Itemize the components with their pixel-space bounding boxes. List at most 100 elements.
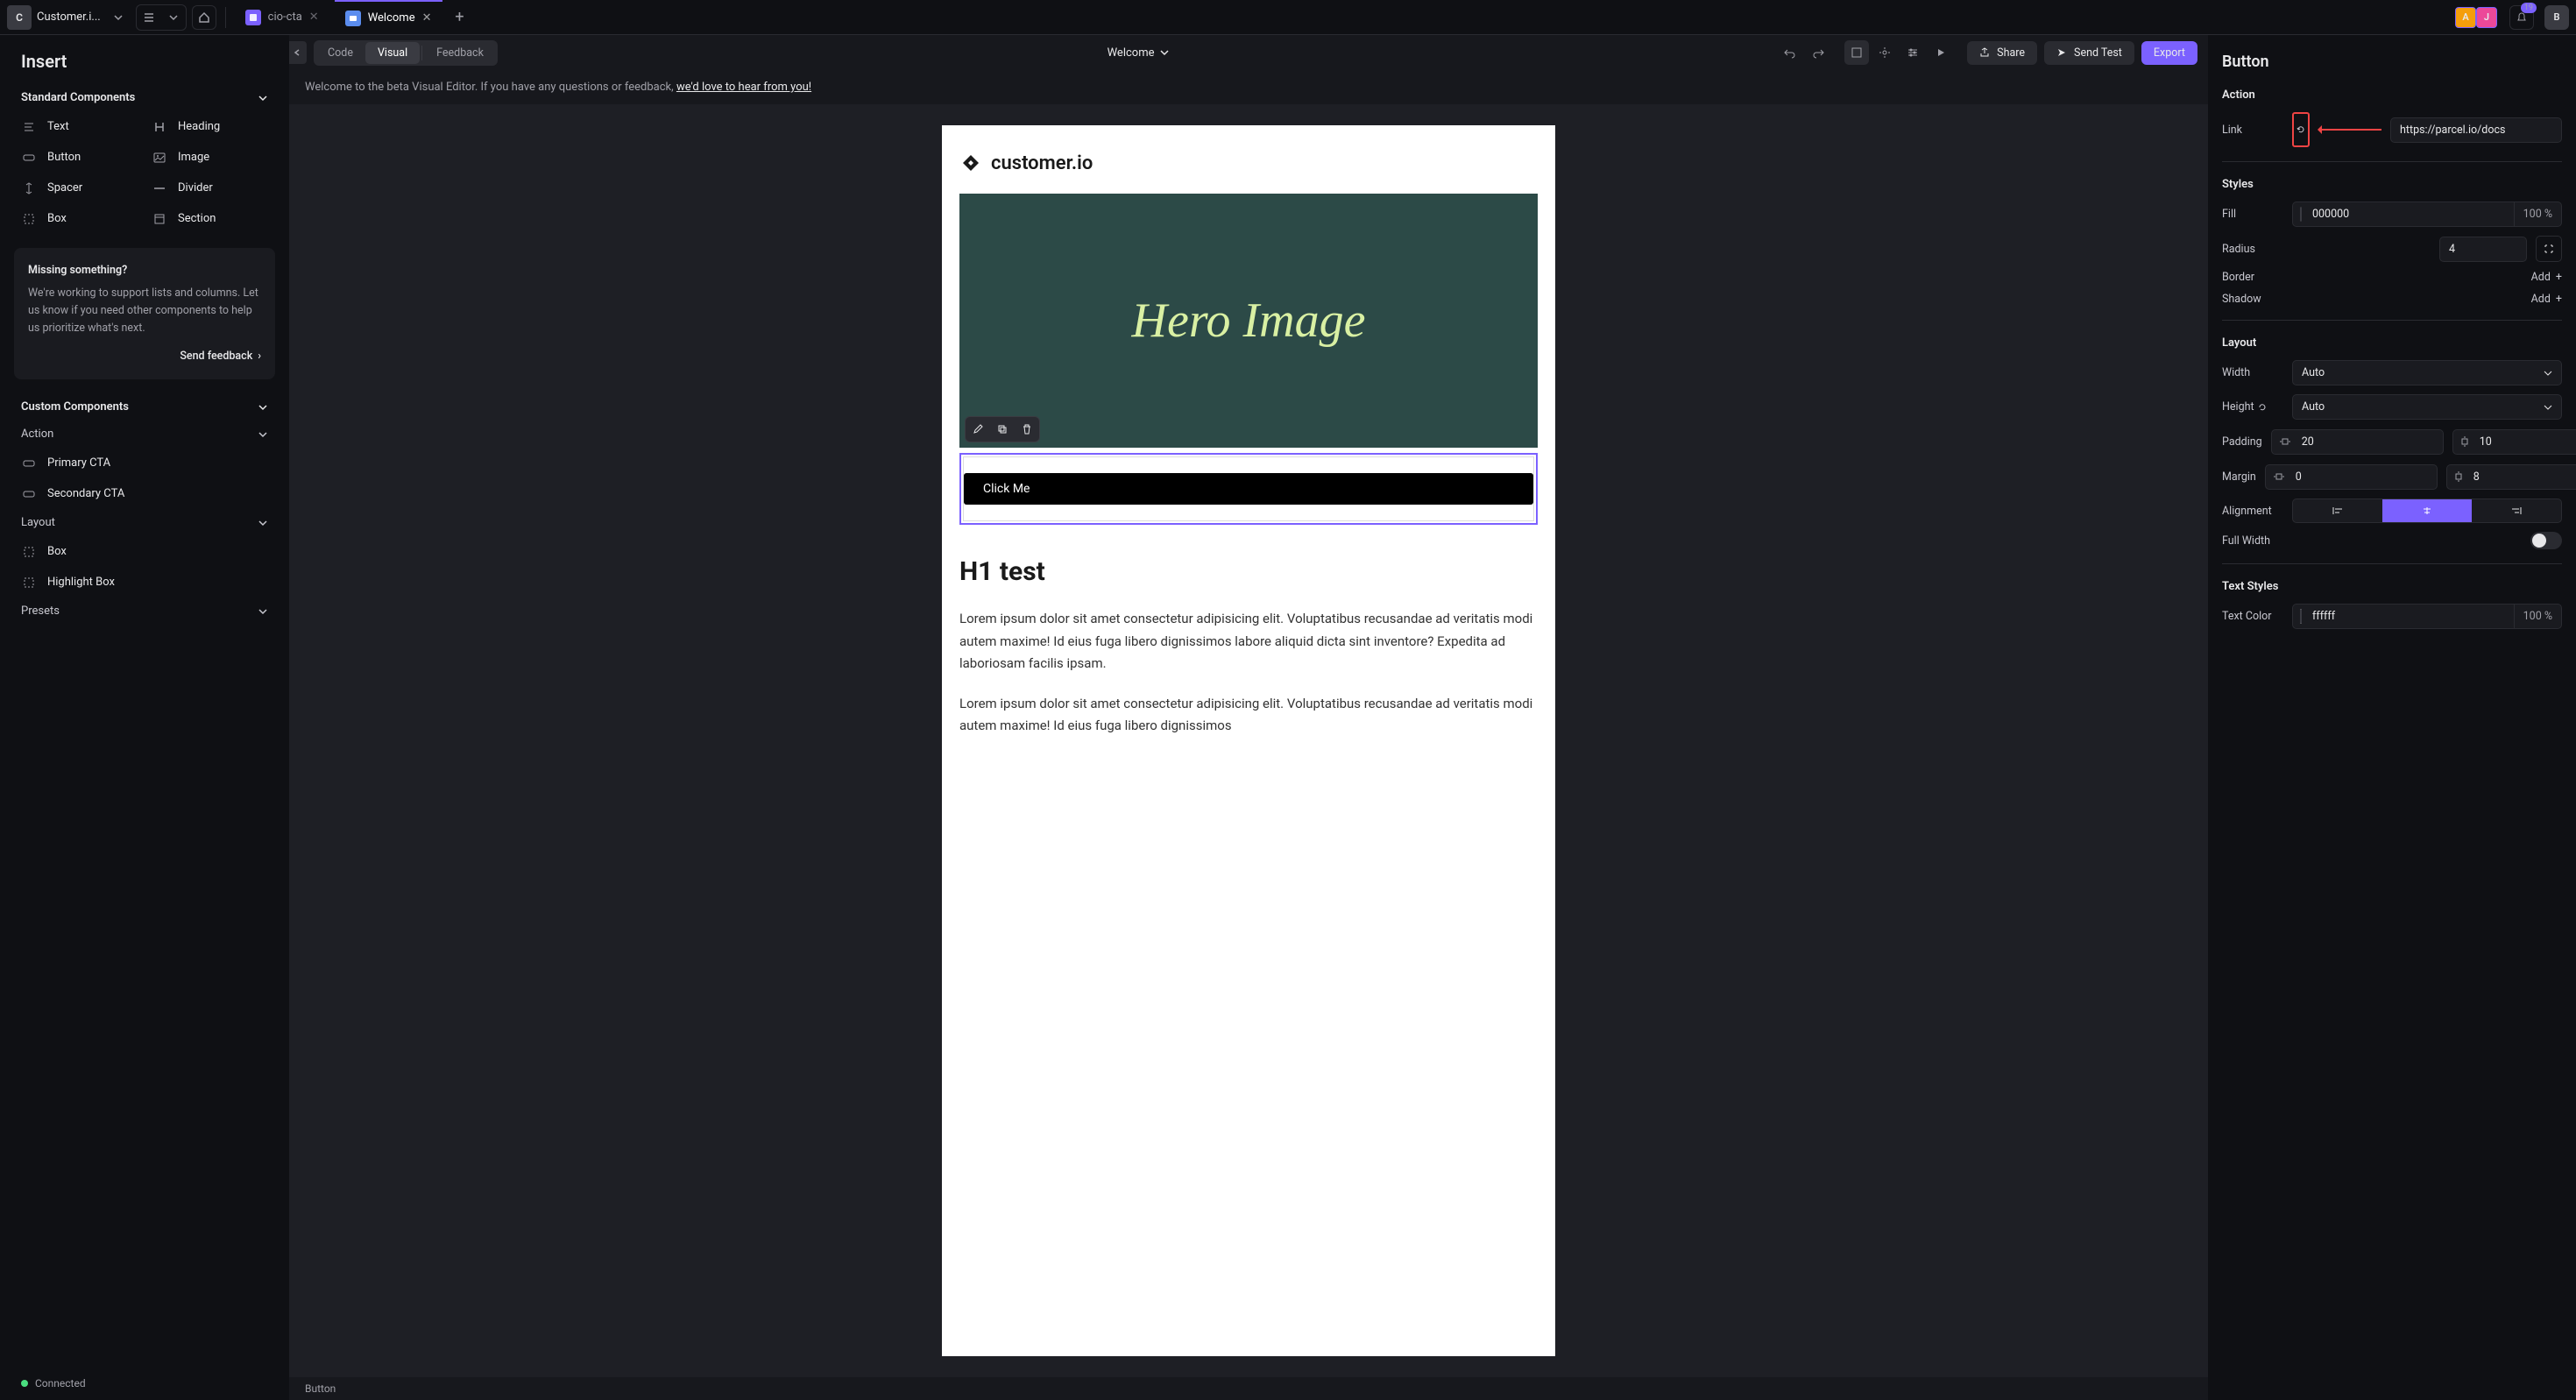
email-icon xyxy=(345,11,361,26)
action-group-header[interactable]: Action xyxy=(0,421,289,448)
align-center[interactable] xyxy=(2382,499,2472,522)
gradient-icon[interactable] xyxy=(1844,40,1869,65)
breadcrumb: Button xyxy=(289,1377,2208,1400)
hero-image[interactable]: Hero Image xyxy=(959,194,1538,448)
component-label: Image xyxy=(178,151,209,164)
notifications-icon[interactable]: 19 xyxy=(2509,5,2534,30)
workspace-chevron-icon[interactable] xyxy=(106,5,131,30)
expand-radius-icon[interactable] xyxy=(2536,236,2562,262)
cc-box[interactable]: Box xyxy=(14,536,275,567)
tab-visual[interactable]: Visual xyxy=(365,42,420,64)
canvas-paragraph[interactable]: Lorem ipsum dolor sit amet consectetur a… xyxy=(959,608,1538,675)
color-swatch xyxy=(2300,609,2302,624)
workspace-badge[interactable]: C xyxy=(7,5,32,30)
padding-h-input[interactable] xyxy=(2298,430,2444,454)
insert-title: Insert xyxy=(0,35,289,84)
home-icon[interactable] xyxy=(192,5,216,30)
avatar-j[interactable]: J xyxy=(2476,7,2497,28)
tab-code[interactable]: Code xyxy=(315,42,365,64)
fill-input[interactable]: 100 % xyxy=(2292,202,2562,227)
cc-primary-cta[interactable]: Primary CTA xyxy=(14,448,275,478)
undo-icon[interactable] xyxy=(1778,40,1802,65)
export-button[interactable]: Export xyxy=(2141,41,2197,65)
component-label: Secondary CTA xyxy=(47,487,124,500)
border-label: Border xyxy=(2222,271,2283,284)
width-select[interactable]: Auto xyxy=(2292,360,2562,385)
layout-group-header[interactable]: Layout xyxy=(0,509,289,536)
collapse-sidebar-icon[interactable] xyxy=(289,41,307,64)
send-feedback-link[interactable]: Send feedback › xyxy=(28,348,261,365)
sliders-icon[interactable] xyxy=(1900,40,1925,65)
height-select[interactable]: Auto xyxy=(2292,394,2562,420)
fill-hex-input[interactable] xyxy=(2309,202,2514,226)
play-icon[interactable] xyxy=(1928,40,1953,65)
share-button[interactable]: Share xyxy=(1967,41,2037,65)
component-section[interactable]: Section xyxy=(145,203,275,234)
tab-cio-cta[interactable]: cio-cta ✕ xyxy=(235,0,329,35)
reset-indicator[interactable] xyxy=(2292,112,2310,147)
settings-icon[interactable] xyxy=(1872,40,1897,65)
list-icon[interactable] xyxy=(137,5,161,30)
tab-welcome[interactable]: Welcome ✕ xyxy=(335,0,442,35)
duplicate-icon[interactable] xyxy=(990,417,1015,442)
panel-title: Button xyxy=(2222,53,2562,71)
avatar-a[interactable]: A xyxy=(2455,7,2476,28)
margin-v-input[interactable] xyxy=(2470,465,2576,489)
user-avatar[interactable]: B xyxy=(2544,5,2569,30)
presets-group-header[interactable]: Presets xyxy=(0,597,289,625)
fullwidth-toggle[interactable] xyxy=(2530,532,2562,549)
height-label: Height xyxy=(2222,400,2283,414)
reset-icon[interactable] xyxy=(2258,403,2267,412)
tab-feedback[interactable]: Feedback xyxy=(424,42,496,64)
component-label: Heading xyxy=(178,120,220,133)
link-label: Send feedback xyxy=(180,348,252,365)
align-left[interactable] xyxy=(2293,499,2382,522)
component-icon xyxy=(245,10,261,25)
workspace-name[interactable]: Customer.i... xyxy=(37,11,101,24)
component-divider[interactable]: Divider xyxy=(145,173,275,203)
banner-link[interactable]: we'd love to hear from you! xyxy=(676,81,811,94)
padding-v-input[interactable] xyxy=(2476,430,2576,454)
align-right[interactable] xyxy=(2472,499,2561,522)
add-tab-icon[interactable]: + xyxy=(448,5,472,30)
textcolor-hex-input[interactable] xyxy=(2309,605,2514,628)
component-heading[interactable]: Heading xyxy=(145,111,275,142)
component-text[interactable]: Text xyxy=(14,111,145,142)
alignment-label: Alignment xyxy=(2222,505,2283,518)
selected-element[interactable]: Click Me xyxy=(959,453,1538,525)
tab-label: cio-cta xyxy=(268,11,302,24)
std-components-header[interactable]: Standard Components xyxy=(0,84,289,111)
component-image[interactable]: Image xyxy=(145,142,275,173)
email-canvas[interactable]: customer.io Hero Image xyxy=(942,125,1555,1356)
canvas-h1[interactable]: H1 test xyxy=(959,556,1538,587)
canvas-scroll[interactable]: customer.io Hero Image xyxy=(289,104,2208,1377)
edit-icon[interactable] xyxy=(966,417,990,442)
close-icon[interactable]: ✕ xyxy=(422,11,432,25)
canvas-cta-button[interactable]: Click Me xyxy=(964,473,1533,505)
margin-h-input[interactable] xyxy=(2292,465,2438,489)
annotation-arrow xyxy=(2318,129,2381,131)
link-input[interactable] xyxy=(2390,117,2562,143)
cc-highlight-box[interactable]: Highlight Box xyxy=(14,567,275,597)
send-test-button[interactable]: Send Test xyxy=(2044,41,2134,65)
add-border-button[interactable]: Add+ xyxy=(2531,271,2562,284)
canvas-paragraph[interactable]: Lorem ipsum dolor sit amet consectetur a… xyxy=(959,693,1538,738)
close-icon[interactable]: ✕ xyxy=(309,11,319,24)
section-icon xyxy=(152,213,167,225)
doc-title[interactable]: Welcome xyxy=(1108,46,1169,60)
fill-label: Fill xyxy=(2222,208,2283,221)
radius-input[interactable] xyxy=(2439,237,2527,262)
component-label: Divider xyxy=(178,181,213,194)
custom-components-header[interactable]: Custom Components xyxy=(0,393,289,421)
chevron-down-icon[interactable] xyxy=(161,5,186,30)
textcolor-opacity[interactable]: 100 % xyxy=(2514,605,2561,628)
trash-icon[interactable] xyxy=(1015,417,1039,442)
add-shadow-button[interactable]: Add+ xyxy=(2531,293,2562,306)
redo-icon[interactable] xyxy=(1806,40,1830,65)
fill-opacity[interactable]: 100 % xyxy=(2514,202,2561,226)
textcolor-input[interactable]: 100 % xyxy=(2292,604,2562,629)
component-box[interactable]: Box xyxy=(14,203,145,234)
component-spacer[interactable]: Spacer xyxy=(14,173,145,203)
cc-secondary-cta[interactable]: Secondary CTA xyxy=(14,478,275,509)
component-button[interactable]: Button xyxy=(14,142,145,173)
